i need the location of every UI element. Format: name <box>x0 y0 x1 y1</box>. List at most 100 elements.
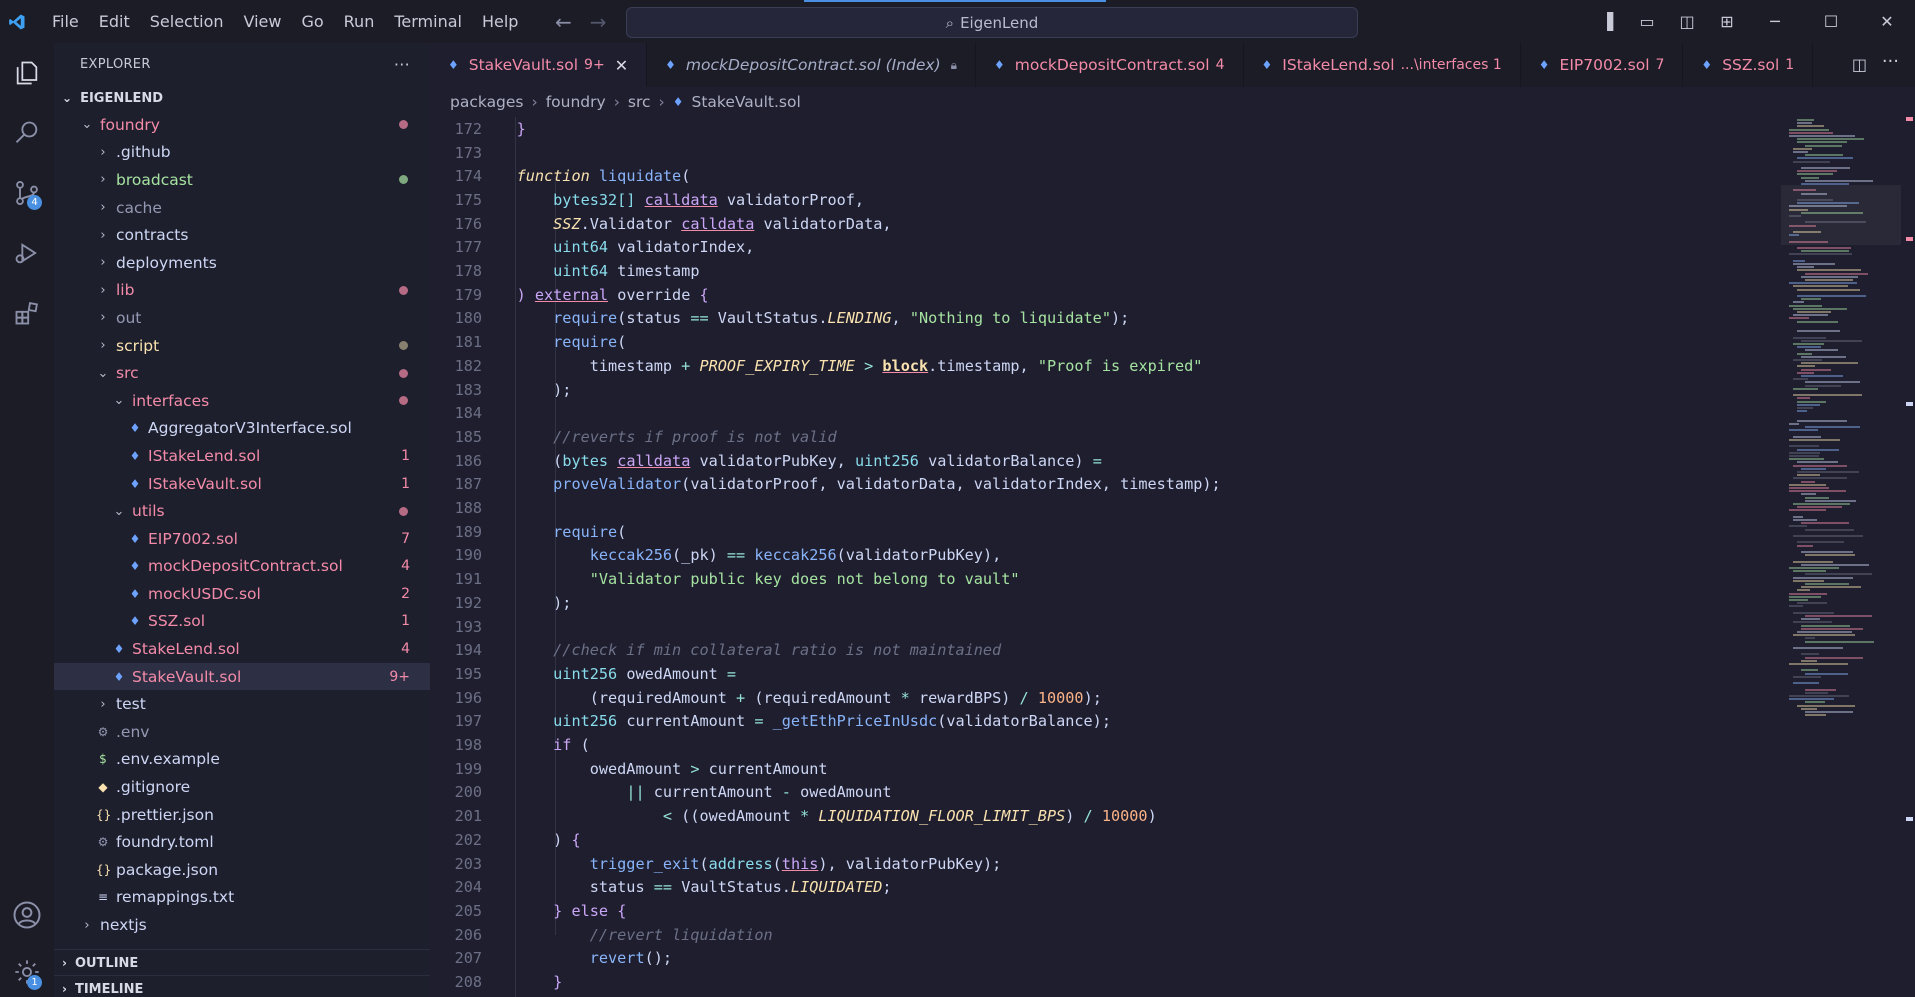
editor-tab[interactable]: ♦ SSZ.sol 1 <box>1683 43 1814 87</box>
editor-tab[interactable]: ♦ mockDepositContract.sol (Index) 🔒︎ <box>647 43 977 87</box>
menu-item-terminal[interactable]: Terminal <box>384 0 472 43</box>
code-text: ) { <box>480 831 580 849</box>
tree-item[interactable]: › test <box>54 690 430 718</box>
minimap-line <box>1789 445 1819 448</box>
code-line: 176 SSZ.Validator calldata validatorData… <box>430 212 892 236</box>
tree-item[interactable]: ≡ remappings.txt <box>54 884 430 912</box>
tree-item[interactable]: ♦ mockDepositContract.sol 4 <box>54 553 430 581</box>
editor-tab[interactable]: ♦ StakeVault.sol 9+ ✕ <box>430 43 648 87</box>
command-center-search[interactable]: ⌕ EigenLend <box>626 7 1358 38</box>
tree-item[interactable]: ♦ StakeLend.sol 4 <box>54 635 430 663</box>
code-text: revert(); <box>480 949 672 967</box>
tree-item[interactable]: ♦ IStakeVault.sol 1 <box>54 470 430 498</box>
tree-item[interactable]: › cache <box>54 194 430 222</box>
outline-section[interactable]: › OUTLINE <box>54 949 430 976</box>
search-view-icon[interactable] <box>8 114 46 152</box>
tree-item[interactable]: ⚙ foundry.toml <box>54 828 430 856</box>
window-controls: ▐ ▭ ◫ ⊞ ─ ☐ ✕ <box>1587 0 1915 43</box>
chevron-right-icon: › <box>658 93 665 111</box>
code-text: //check if min collateral ratio is not m… <box>480 641 1001 659</box>
more-editor-actions-icon[interactable]: ··· <box>1882 51 1899 72</box>
tree-item[interactable]: › out <box>54 304 430 332</box>
editor-tab[interactable]: ♦ EIP7002.sol 7 <box>1521 43 1684 87</box>
tree-item[interactable]: › deployments <box>54 249 430 277</box>
tree-item[interactable]: › script <box>54 332 430 360</box>
menu-item-help[interactable]: Help <box>472 0 528 43</box>
tree-item[interactable]: ⌄ foundry <box>54 111 430 139</box>
forward-arrow-icon[interactable]: → <box>590 10 607 34</box>
menu-item-edit[interactable]: Edit <box>89 0 140 43</box>
tree-item[interactable]: › broadcast <box>54 166 430 194</box>
close-tab-icon[interactable]: ✕ <box>615 56 628 75</box>
tree-item[interactable]: {} package.json <box>54 856 430 884</box>
toggle-primary-sidebar-icon[interactable]: ▐ <box>1587 12 1627 31</box>
tree-item[interactable]: ♦ AggregatorV3Interface.sol <box>54 415 430 443</box>
tree-item[interactable]: ⌄ utils <box>54 497 430 525</box>
tree-item[interactable]: ⌄ src <box>54 359 430 387</box>
close-window-button[interactable]: ✕ <box>1859 12 1915 31</box>
minimap-line <box>1805 279 1854 281</box>
editor-tab[interactable]: ♦ mockDepositContract.sol 4 <box>976 43 1244 87</box>
minimap-line <box>1789 509 1826 512</box>
tree-item-label: foundry.toml <box>116 833 214 852</box>
code-token: proveValidator <box>553 475 682 494</box>
tree-item[interactable]: › .github <box>54 139 430 167</box>
tab-label: mockDepositContract.sol <box>1014 56 1210 74</box>
tree-item[interactable]: › lib <box>54 277 430 305</box>
tree-item[interactable]: ♦ SSZ.sol 1 <box>54 608 430 636</box>
minimap-line <box>1797 269 1862 272</box>
account-icon[interactable] <box>8 896 46 934</box>
workspace-root[interactable]: ⌄ EIGENLEND <box>54 85 430 111</box>
tree-item[interactable]: $ .env.example <box>54 746 430 774</box>
tree-item-label: StakeLend.sol <box>132 640 240 659</box>
minimap-viewport[interactable] <box>1781 185 1901 245</box>
minimap[interactable] <box>1781 117 1913 997</box>
breadcrumb-item[interactable]: packages <box>450 93 524 111</box>
code-token: / <box>1083 807 1093 826</box>
tree-item[interactable]: ♦ mockUSDC.sol 2 <box>54 580 430 608</box>
split-editor-icon[interactable]: ◫ <box>1852 55 1867 74</box>
toggle-secondary-sidebar-icon[interactable]: ◫ <box>1667 12 1707 31</box>
timeline-section[interactable]: › TIMELINE <box>54 975 430 997</box>
minimap-line <box>1805 154 1844 157</box>
tree-item[interactable]: › nextjs <box>54 911 430 939</box>
timeline-label: TIMELINE <box>74 981 144 997</box>
menu-item-selection[interactable]: Selection <box>140 0 234 43</box>
editor-tab[interactable]: ♦ IStakeLend.sol ...\interfaces 1 <box>1244 43 1521 87</box>
toggle-panel-icon[interactable]: ▭ <box>1627 12 1667 31</box>
code-text: function liquidate( <box>480 167 691 185</box>
tab-label: EIP7002.sol <box>1559 56 1650 74</box>
code-token: ) <box>1147 807 1157 826</box>
minimap-line <box>1805 656 1864 659</box>
code-token: owedAmount <box>617 664 727 683</box>
customize-layout-icon[interactable]: ⊞ <box>1707 12 1747 31</box>
menu-item-go[interactable]: Go <box>291 0 333 43</box>
breadcrumb-item[interactable]: StakeVault.sol <box>692 93 801 111</box>
run-debug-icon[interactable] <box>8 234 46 272</box>
breadcrumb-item[interactable]: foundry <box>546 93 606 111</box>
extensions-icon[interactable] <box>8 294 46 332</box>
code-text: trigger_exit(address(this), validatorPub… <box>480 855 1002 873</box>
breadcrumb-item[interactable]: src <box>628 93 651 111</box>
git-status-dot <box>399 285 408 295</box>
menu-item-run[interactable]: Run <box>334 0 385 43</box>
menu-item-file[interactable]: File <box>42 0 89 43</box>
maximize-button[interactable]: ☐ <box>1803 12 1859 31</box>
minimap-line <box>1801 375 1843 377</box>
tree-item[interactable]: ♦ EIP7002.sol 7 <box>54 525 430 553</box>
minimize-button[interactable]: ─ <box>1747 12 1803 31</box>
tree-item[interactable]: ⌄ interfaces <box>54 387 430 415</box>
tree-item[interactable]: ⚙ .env <box>54 718 430 746</box>
tree-item[interactable]: ♦ IStakeLend.sol 1 <box>54 442 430 470</box>
chevron-down-icon: ⌄ <box>62 91 73 105</box>
back-arrow-icon[interactable]: ← <box>555 10 572 34</box>
explorer-icon[interactable] <box>8 54 46 92</box>
more-actions-icon[interactable]: ··· <box>394 55 410 74</box>
menu-item-view[interactable]: View <box>234 0 292 43</box>
tree-item-label: foundry <box>100 115 160 134</box>
tree-item[interactable]: ♦ StakeVault.sol 9+ <box>54 662 430 691</box>
tree-item[interactable]: ◆ .gitignore <box>54 773 430 801</box>
code-view[interactable]: 172 } 173 174 function liquidate(175 bytes… <box>430 117 1760 997</box>
tree-item[interactable]: {} .prettier.json <box>54 801 430 829</box>
tree-item[interactable]: › contracts <box>54 221 430 249</box>
